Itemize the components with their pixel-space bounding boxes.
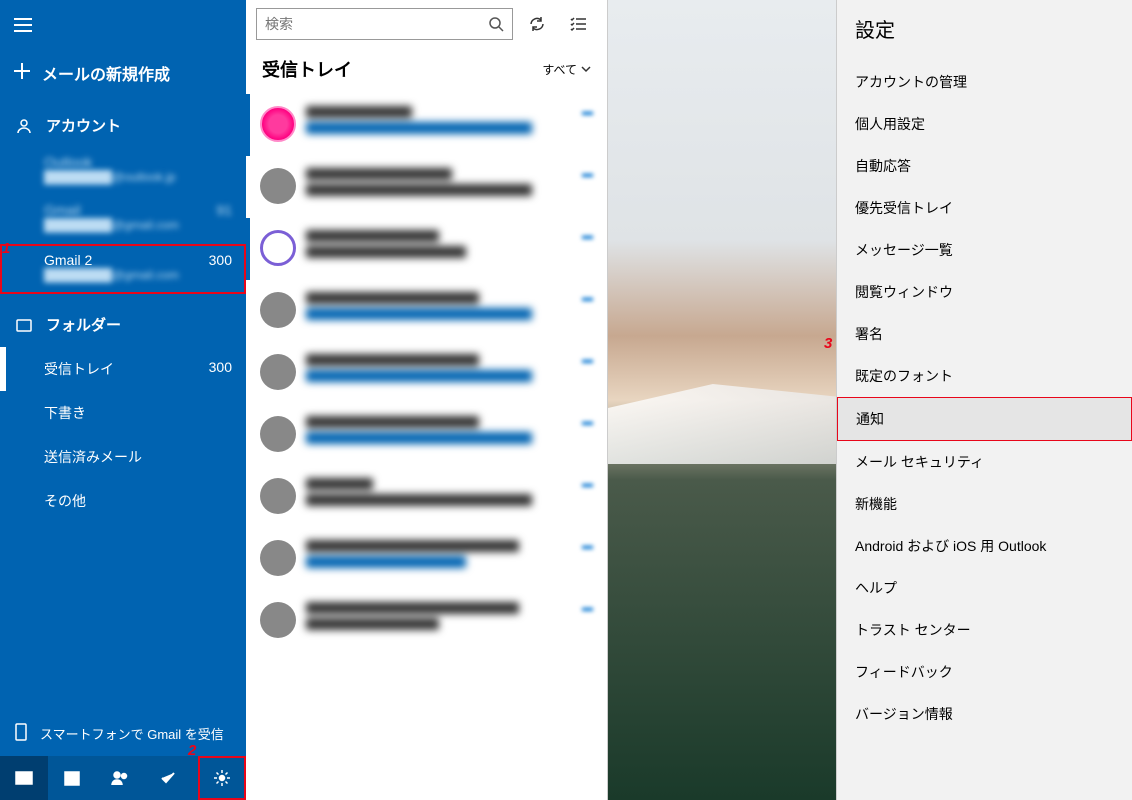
- calendar-icon: [63, 769, 81, 787]
- settings-item-feedback[interactable]: フィードバック: [837, 651, 1132, 693]
- multiselect-icon: [570, 15, 588, 33]
- callout-3: 3: [824, 335, 832, 352]
- folders-label: フォルダー: [46, 314, 121, 335]
- message-list-pane: 受信トレイ すべて ▬ ▬ ▬ ▬ ▬ ▬ ▬ ▬ ▬: [246, 0, 608, 800]
- message-item[interactable]: ▬: [246, 94, 607, 156]
- menu-toggle[interactable]: [0, 8, 246, 47]
- avatar: [260, 416, 296, 452]
- folder-drafts[interactable]: 下書き: [0, 391, 246, 435]
- inbox-title: 受信トレイ: [262, 56, 352, 82]
- accounts-label: アカウント: [46, 115, 121, 136]
- settings-item-trust[interactable]: トラスト センター: [837, 609, 1132, 651]
- settings-item-whatsnew[interactable]: 新機能: [837, 483, 1132, 525]
- settings-item-security[interactable]: メール セキュリティ: [837, 441, 1132, 483]
- mail-app-button[interactable]: [0, 756, 48, 800]
- message-item[interactable]: ▬: [246, 156, 607, 218]
- settings-item-signature[interactable]: 署名: [837, 313, 1132, 355]
- search-box[interactable]: [256, 8, 513, 40]
- message-item[interactable]: ▬: [246, 466, 607, 528]
- settings-item-personalization[interactable]: 個人用設定: [837, 103, 1132, 145]
- avatar: [260, 354, 296, 390]
- settings-title: 設定: [837, 0, 1132, 61]
- sync-button[interactable]: [519, 8, 555, 40]
- message-item[interactable]: ▬: [246, 590, 607, 652]
- filter-dropdown[interactable]: すべて: [542, 61, 591, 78]
- refresh-icon: [528, 15, 546, 33]
- avatar: [260, 292, 296, 328]
- app-switcher: [0, 756, 246, 800]
- folder-other[interactable]: その他: [0, 479, 246, 523]
- search-input[interactable]: [265, 16, 488, 32]
- avatar: [260, 168, 296, 204]
- chevron-down-icon: [581, 64, 591, 74]
- settings-item-reading[interactable]: 閲覧ウィンドウ: [837, 271, 1132, 313]
- settings-panel: 設定 アカウントの管理 個人用設定 自動応答 優先受信トレイ メッセージ一覧 閲…: [836, 0, 1132, 800]
- message-item[interactable]: ▬: [246, 342, 607, 404]
- select-mode-button[interactable]: [561, 8, 597, 40]
- account-item-gmail[interactable]: Gmail91 ████████@gmail.com: [0, 196, 246, 238]
- people-app-button[interactable]: [96, 756, 144, 800]
- compose-button[interactable]: メールの新規作成: [0, 47, 246, 103]
- compose-label: メールの新規作成: [42, 61, 170, 85]
- settings-item-mobile[interactable]: Android および iOS 用 Outlook: [837, 525, 1132, 567]
- message-item[interactable]: ▬: [246, 404, 607, 466]
- gear-icon: [213, 769, 231, 787]
- mail-icon: [15, 769, 33, 787]
- avatar: [260, 540, 296, 576]
- folder-inbox[interactable]: 受信トレイ 300: [0, 347, 246, 391]
- settings-button[interactable]: [198, 756, 246, 800]
- person-icon: [14, 118, 34, 134]
- calendar-app-button[interactable]: [48, 756, 96, 800]
- avatar: [260, 602, 296, 638]
- phone-icon: [14, 723, 28, 744]
- plus-icon: [14, 63, 30, 84]
- message-list[interactable]: ▬ ▬ ▬ ▬ ▬ ▬ ▬ ▬ ▬: [246, 94, 607, 800]
- search-icon: [488, 16, 504, 32]
- settings-item-msglist[interactable]: メッセージ一覧: [837, 229, 1132, 271]
- settings-item-font[interactable]: 既定のフォント: [837, 355, 1132, 397]
- message-item[interactable]: ▬: [246, 218, 607, 280]
- settings-item-about[interactable]: バージョン情報: [837, 693, 1132, 735]
- settings-item-notifications[interactable]: 通知: [837, 397, 1132, 441]
- navigation-sidebar: メールの新規作成 アカウント Outlook ████████@outlook.…: [0, 0, 246, 800]
- check-icon: [159, 769, 177, 787]
- account-item-outlook[interactable]: Outlook ████████@outlook.jp: [0, 148, 246, 190]
- hamburger-icon: [14, 16, 32, 34]
- callout-1: 1: [2, 240, 10, 257]
- todo-app-button[interactable]: [144, 756, 192, 800]
- message-item[interactable]: ▬: [246, 280, 607, 342]
- settings-item-focused[interactable]: 優先受信トレイ: [837, 187, 1132, 229]
- folders-header[interactable]: フォルダー: [0, 302, 246, 347]
- account-item-gmail2[interactable]: Gmail 2300 ████████@gmail.com: [0, 244, 246, 294]
- callout-2: 2: [188, 742, 196, 759]
- avatar: [260, 106, 296, 142]
- avatar: [260, 478, 296, 514]
- people-icon: [111, 769, 129, 787]
- settings-item-autoreply[interactable]: 自動応答: [837, 145, 1132, 187]
- avatar: [260, 230, 296, 266]
- accounts-header[interactable]: アカウント: [0, 103, 246, 148]
- folder-sent[interactable]: 送信済みメール: [0, 435, 246, 479]
- folder-icon: [14, 317, 34, 333]
- mobile-promo[interactable]: スマートフォンで Gmail を受信: [0, 711, 246, 756]
- message-item[interactable]: ▬: [246, 528, 607, 590]
- settings-item-accounts[interactable]: アカウントの管理: [837, 61, 1132, 103]
- settings-item-help[interactable]: ヘルプ: [837, 567, 1132, 609]
